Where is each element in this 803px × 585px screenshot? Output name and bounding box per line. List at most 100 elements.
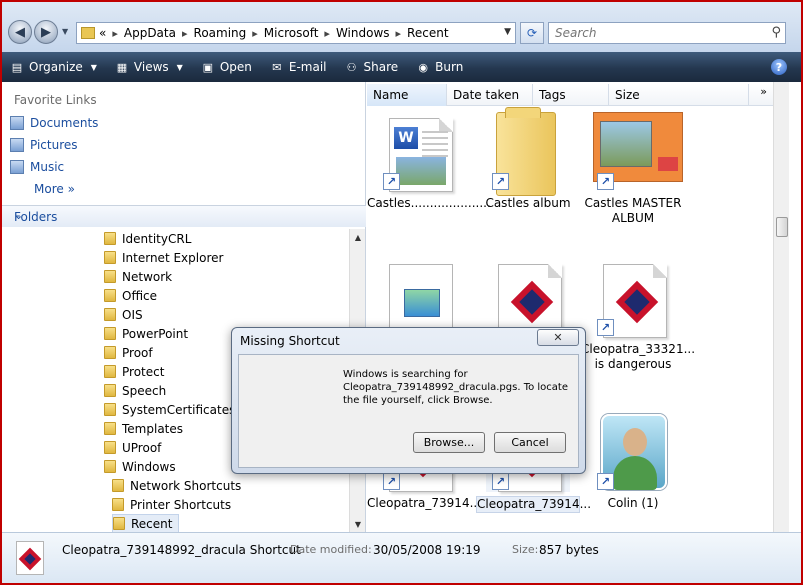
word-logo-icon: W <box>394 127 418 149</box>
tree-item[interactable]: PowerPoint <box>104 324 188 343</box>
views-icon: ▦ <box>116 60 128 74</box>
dialog-message: Windows is searching for Cleopatra_73914… <box>343 369 568 406</box>
file-tile[interactable]: ↗ Cleopatra_33321... is dangerous <box>581 258 695 372</box>
tree-item-label: UProof <box>122 440 162 455</box>
refresh-button[interactable]: ⟳ <box>520 22 544 44</box>
column-size[interactable]: Size <box>609 84 749 106</box>
browse-button[interactable]: Browse... <box>413 432 485 453</box>
email-button[interactable]: ✉ E-mail <box>270 60 326 74</box>
breadcrumb-windows[interactable]: Windows <box>336 26 390 40</box>
tree-item[interactable]: Proof <box>104 343 153 362</box>
tree-item-label: OIS <box>122 307 143 322</box>
breadcrumb-microsoft[interactable]: Microsoft <box>264 26 319 40</box>
open-button[interactable]: ▣ Open <box>201 60 252 74</box>
more-favorites-link[interactable]: More » <box>34 182 75 196</box>
breadcrumb-overflow[interactable]: « <box>99 26 106 40</box>
address-dropdown-icon[interactable]: ▼ <box>504 27 511 37</box>
folder-icon <box>81 27 95 39</box>
tree-item[interactable]: IdentityCRL <box>104 229 191 248</box>
size-value: 857 bytes <box>539 543 599 557</box>
breadcrumb-appdata[interactable]: AppData <box>124 26 176 40</box>
folder-icon <box>104 460 116 473</box>
tree-item-label: Network Shortcuts <box>130 478 242 493</box>
file-tile[interactable]: W ↗ Castles..................... <box>367 112 491 211</box>
chevron-down-icon: ▼ <box>90 62 97 72</box>
favorite-music-label: Music <box>30 160 65 174</box>
refresh-icon: ⟳ <box>526 26 538 40</box>
tree-item[interactable]: Speech <box>104 381 166 400</box>
page-corner <box>653 264 667 278</box>
tree-item-selected[interactable]: Recent <box>112 514 180 532</box>
column-date-taken[interactable]: Date taken <box>447 84 533 106</box>
burn-button[interactable]: ◉ Burn <box>416 60 463 74</box>
organize-button[interactable]: ▤ Organize ▼ <box>10 60 97 74</box>
tree-item[interactable]: Printer Shortcuts <box>112 495 231 514</box>
tree-item[interactable]: OIS <box>104 305 143 324</box>
tree-item[interactable]: Internet Explorer <box>104 248 223 267</box>
page-corner <box>439 118 453 132</box>
scroll-down-icon[interactable]: ▼ <box>350 516 366 532</box>
tree-item-label: Office <box>122 288 158 303</box>
favorite-music[interactable]: Music <box>10 160 64 174</box>
tree-item-label: Printer Shortcuts <box>130 497 232 512</box>
powerpoint-logo-icon <box>658 157 678 171</box>
share-button[interactable]: ⚇ Share <box>345 60 399 74</box>
folder-icon <box>104 327 116 340</box>
favorite-documents[interactable]: Documents <box>10 116 98 130</box>
cancel-button[interactable]: Cancel <box>494 432 566 453</box>
dialog-title: Missing Shortcut <box>240 334 340 348</box>
column-name[interactable]: Name <box>367 84 447 106</box>
search-input[interactable] <box>549 23 759 43</box>
music-icon <box>10 160 24 174</box>
scrollbar-thumb[interactable] <box>776 217 788 237</box>
breadcrumb-separator-icon: ▸ <box>181 26 188 40</box>
tree-item-label: Recent <box>131 516 173 531</box>
back-button[interactable]: ◀ <box>8 20 32 44</box>
folders-header[interactable]: Folders ⌄ <box>2 205 366 227</box>
more-columns-icon[interactable]: » <box>760 85 767 98</box>
file-list-scrollbar[interactable] <box>773 82 789 532</box>
tree-item-label: Internet Explorer <box>122 250 224 265</box>
column-tags[interactable]: Tags <box>533 84 609 106</box>
breadcrumb[interactable]: « ▸ AppData ▸ Roaming ▸ Microsoft ▸ Wind… <box>76 22 516 44</box>
scroll-up-icon[interactable]: ▲ <box>350 229 366 245</box>
tree-item[interactable]: Network Shortcuts <box>112 476 241 495</box>
recent-pages-dropdown[interactable]: ▼ <box>62 27 68 36</box>
folder-icon <box>104 403 116 416</box>
pictures-icon <box>10 138 24 152</box>
favorite-links-header: Favorite Links <box>14 93 97 107</box>
views-button[interactable]: ▦ Views ▼ <box>115 60 183 74</box>
file-tile[interactable]: ↗ Colin (1) <box>581 412 685 511</box>
file-thumbnail: ↗ <box>486 107 570 196</box>
tree-item[interactable]: Templates <box>104 419 183 438</box>
tree-item-label: Protect <box>122 364 165 379</box>
search-icon[interactable]: ⚲ <box>771 25 781 40</box>
chevron-down-icon[interactable]: ⌄ <box>14 209 360 222</box>
tree-item[interactable]: Protect <box>104 362 164 381</box>
avatar-head <box>623 428 647 456</box>
help-icon[interactable]: ? <box>771 59 787 75</box>
folder-icon <box>104 289 116 302</box>
selected-file-name: Cleopatra_739148992_dracula Shortcut <box>62 543 301 557</box>
tree-item[interactable]: Office <box>104 286 157 305</box>
dialog-close-button[interactable]: ✕ <box>537 329 579 346</box>
tree-item[interactable]: Windows <box>104 457 176 476</box>
shortcut-arrow-icon: ↗ <box>383 173 400 190</box>
organize-label: Organize <box>29 60 83 74</box>
shortcut-arrow-icon: ↗ <box>492 173 509 190</box>
forward-button[interactable]: ▶ <box>34 20 58 44</box>
tree-item[interactable]: UProof <box>104 438 161 457</box>
file-tile[interactable]: ↗ Castles MASTER ALBUM <box>581 112 685 226</box>
back-arrow-icon: ◀ <box>15 24 25 40</box>
file-tile[interactable]: ↗ Castles album <box>476 107 580 211</box>
breadcrumb-roaming[interactable]: Roaming <box>194 26 247 40</box>
tree-item[interactable]: SystemCertificates <box>104 400 235 419</box>
search-box[interactable]: ⚲ <box>548 22 786 44</box>
explorer-window: ◀ ▶ ▼ « ▸ AppData ▸ Roaming ▸ Microsoft … <box>0 0 803 585</box>
tree-item[interactable]: Network <box>104 267 172 286</box>
favorite-pictures[interactable]: Pictures <box>10 138 78 152</box>
missing-shortcut-dialog: Missing Shortcut ✕ Windows is searching … <box>231 327 586 474</box>
folder-icon <box>104 384 116 397</box>
tree-item-label: IdentityCRL <box>122 231 192 246</box>
breadcrumb-recent[interactable]: Recent <box>407 26 448 40</box>
